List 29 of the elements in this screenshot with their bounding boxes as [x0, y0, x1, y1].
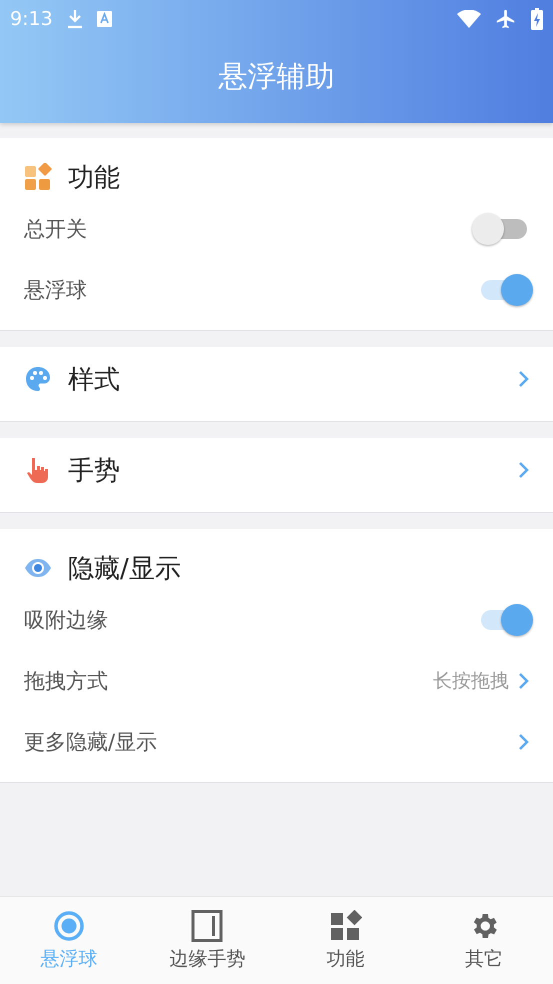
setting-label: 悬浮球	[24, 276, 88, 304]
wifi-icon	[457, 10, 481, 28]
nav-tab[interactable]: 其它	[414, 897, 553, 984]
radio-circle-icon	[53, 910, 86, 942]
section-title[interactable]: 手势	[68, 452, 501, 488]
nav-tab[interactable]: 功能	[276, 897, 415, 984]
section-title: 功能	[68, 162, 121, 194]
section-title: 隐藏/显示	[68, 552, 182, 586]
section-title[interactable]: 样式	[68, 362, 501, 396]
chevron-right-icon	[517, 672, 529, 690]
setting-label: 拖拽方式	[24, 668, 109, 694]
setting-value: 长按拖拽	[433, 668, 509, 694]
palette-icon	[24, 365, 52, 393]
download-icon	[66, 9, 83, 29]
setting-label: 更多隐藏/显示	[24, 728, 158, 756]
nav-tab[interactable]: 边缘手势	[138, 897, 276, 984]
chevron-right-icon	[517, 461, 529, 479]
chevron-right-icon	[517, 370, 529, 388]
airplane-icon	[495, 8, 517, 30]
status-time: 9:13	[10, 8, 53, 30]
grid-icon	[24, 163, 52, 191]
setting-label: 吸附边缘	[24, 606, 109, 634]
chevron-right-icon	[517, 732, 529, 750]
panel-icon	[191, 910, 224, 942]
battery-charging-icon	[531, 8, 543, 30]
keyboard-icon	[96, 11, 112, 27]
page-title: 悬浮辅助	[217, 58, 336, 94]
grid-icon	[330, 910, 362, 942]
setting-label: 总开关	[24, 216, 88, 242]
